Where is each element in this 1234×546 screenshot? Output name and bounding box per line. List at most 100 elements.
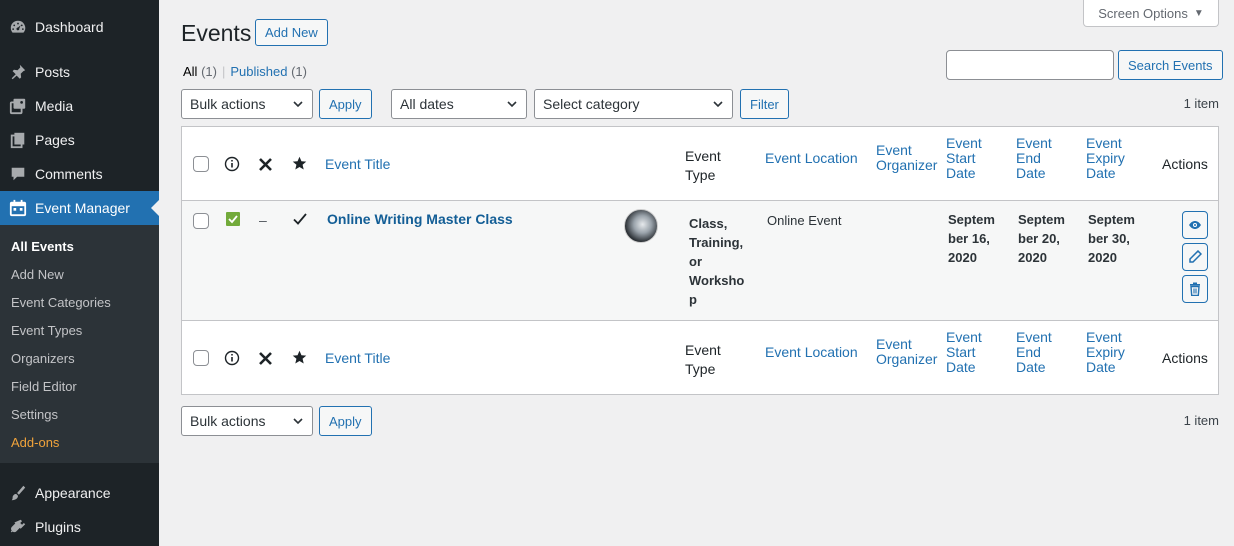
column-event-end-date-line: Date [1016, 359, 1046, 375]
column-event-end-date[interactable]: Event End Date [1016, 330, 1052, 375]
submenu-add-ons[interactable]: Add-ons [0, 428, 159, 456]
event-expiry-date-line: ber 30, [1088, 231, 1130, 246]
bulk-actions-select[interactable]: Bulk actions [181, 89, 313, 119]
column-event-type: Event Type [685, 147, 721, 185]
menu-appearance[interactable]: Appearance [0, 476, 159, 510]
star-icon[interactable] [292, 156, 307, 171]
view-all-label: All [183, 64, 198, 79]
column-event-title[interactable]: Event Title [325, 157, 390, 172]
menu-posts[interactable]: Posts [0, 55, 159, 89]
column-event-expiry-date-line: Event [1086, 135, 1122, 151]
menu-media[interactable]: Media [0, 89, 159, 123]
bulk-actions-value: Bulk actions [190, 413, 266, 429]
bulk-actions-select-bottom[interactable]: Bulk actions [181, 406, 313, 436]
submenu-add-new[interactable]: Add New [0, 260, 159, 288]
column-event-start-date-line: Start [946, 344, 976, 360]
view-all-link[interactable]: All (1) [183, 64, 217, 79]
view-published-count: (1) [291, 64, 307, 79]
column-event-expiry-date-line: Date [1086, 165, 1116, 181]
menu-plugins[interactable]: Plugins [0, 510, 159, 544]
column-event-title[interactable]: Event Title [325, 351, 390, 366]
event-start-date-line: ber 16, [948, 231, 990, 246]
column-event-location[interactable]: Event Location [765, 345, 858, 360]
event-type-value: Class, Training, or Worksho p [689, 214, 744, 309]
menu-label: Dashboard [35, 19, 104, 35]
submenu-field-editor[interactable]: Field Editor [0, 372, 159, 400]
column-event-end-date-line: Event [1016, 329, 1052, 345]
event-start-date-line: 2020 [948, 250, 977, 265]
submenu-event-categories[interactable]: Event Categories [0, 288, 159, 316]
column-event-expiry-date[interactable]: Event Expiry Date [1086, 136, 1125, 181]
row-checkbox[interactable] [193, 213, 209, 229]
event-start-date-line: Septem [948, 212, 995, 227]
column-event-type-line: Event [685, 342, 721, 358]
date-filter-select[interactable]: All dates [391, 89, 527, 119]
submenu-settings[interactable]: Settings [0, 400, 159, 428]
column-event-start-date-line: Start [946, 150, 976, 166]
apply-button[interactable]: Apply [319, 89, 372, 119]
info-icon[interactable] [224, 350, 240, 366]
column-event-organizer-line: Event [876, 336, 912, 352]
column-event-organizer[interactable]: Event Organizer [876, 143, 937, 173]
column-event-expiry-date[interactable]: Event Expiry Date [1086, 330, 1125, 375]
search-input[interactable] [946, 50, 1114, 80]
screen-options-button[interactable]: Screen Options ▼ [1083, 0, 1219, 27]
category-filter-select[interactable]: Select category [534, 89, 733, 119]
trash-icon [1190, 282, 1200, 296]
add-new-button[interactable]: Add New [255, 19, 328, 46]
event-type-line: Class, [689, 216, 728, 231]
view-event-button[interactable] [1182, 211, 1208, 239]
select-all-checkbox[interactable] [193, 156, 209, 172]
star-icon[interactable] [292, 350, 307, 365]
event-expiry-date-line: Septem [1088, 212, 1135, 227]
chevron-down-icon [713, 101, 723, 108]
event-type-line: Worksho [689, 273, 745, 288]
event-end-date-line: ber 20, [1018, 231, 1060, 246]
column-event-end-date[interactable]: Event End Date [1016, 136, 1052, 181]
filter-button[interactable]: Filter [740, 89, 789, 119]
search-events-button[interactable]: Search Events [1118, 50, 1223, 80]
apply-button-bottom[interactable]: Apply [319, 406, 372, 436]
cancelled-icon[interactable] [258, 157, 273, 172]
comment-icon [8, 164, 28, 184]
column-event-location[interactable]: Event Location [765, 151, 858, 166]
menu-label: Pages [35, 132, 75, 148]
submenu-organizers[interactable]: Organizers [0, 344, 159, 372]
column-event-organizer[interactable]: Event Organizer [876, 337, 937, 367]
event-end-date-line: 2020 [1018, 250, 1047, 265]
column-event-start-date-line: Date [946, 359, 976, 375]
select-all-checkbox-footer[interactable] [193, 350, 209, 366]
eye-icon [1189, 221, 1201, 229]
submenu-all-events[interactable]: All Events [0, 232, 159, 260]
event-title-link[interactable]: Online Writing Master Class [327, 212, 513, 227]
menu-label: Posts [35, 64, 71, 80]
menu-comments[interactable]: Comments [0, 157, 159, 191]
column-event-start-date[interactable]: Event Start Date [946, 330, 982, 375]
dashboard-icon [8, 17, 28, 37]
pin-icon [8, 62, 28, 82]
column-event-expiry-date-line: Expiry [1086, 150, 1125, 166]
cancelled-icon[interactable] [258, 351, 273, 366]
featured-check-icon[interactable] [292, 211, 308, 227]
menu-dashboard[interactable]: Dashboard [0, 10, 159, 44]
column-event-start-date-line: Event [946, 329, 982, 345]
bulk-actions-value: Bulk actions [190, 96, 266, 112]
main-content: Screen Options ▼ Events Add New All (1) |… [159, 0, 1234, 546]
view-all-count: (1) [201, 64, 217, 79]
column-event-end-date-line: End [1016, 150, 1041, 166]
view-published-link[interactable]: Published (1) [230, 64, 307, 79]
chevron-down-icon [507, 101, 517, 108]
menu-pages[interactable]: Pages [0, 123, 159, 157]
edit-event-button[interactable] [1182, 243, 1208, 271]
delete-event-button[interactable] [1182, 275, 1208, 303]
submenu-event-types[interactable]: Event Types [0, 316, 159, 344]
menu-label: Appearance [35, 485, 111, 501]
menu-event-manager[interactable]: Event Manager [0, 191, 159, 225]
event-type-line: p [689, 292, 697, 307]
view-separator: | [221, 64, 226, 79]
event-end-date-value: Septem ber 20, 2020 [1018, 210, 1065, 267]
not-cancelled-dash: – [259, 212, 267, 228]
column-event-expiry-date-line: Event [1086, 329, 1122, 345]
info-icon[interactable] [224, 156, 240, 172]
column-event-start-date[interactable]: Event Start Date [946, 136, 982, 181]
